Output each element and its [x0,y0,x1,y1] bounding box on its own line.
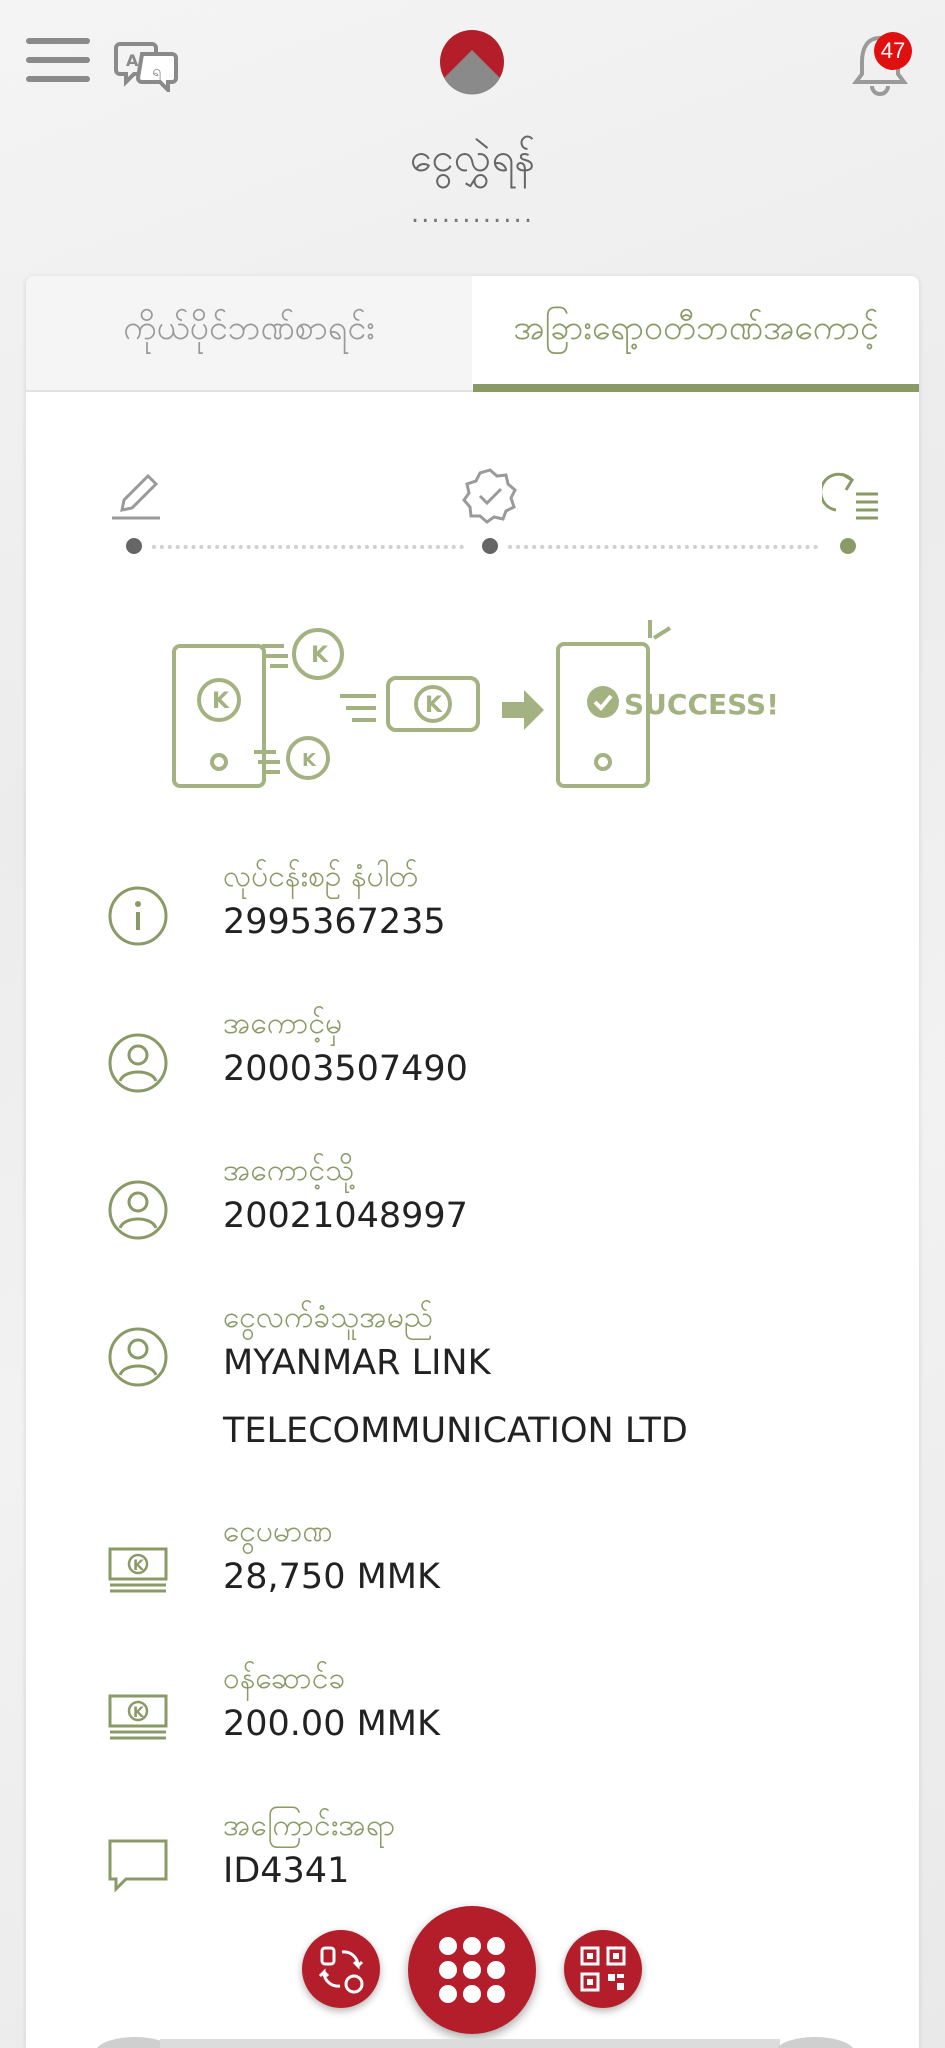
detail-row-service-fee: K ဝန်ဆောင်ခ 200.00 MMK [26,1658,919,1805]
top-bar: A ရ 47 [0,0,945,130]
transfer-swap-button[interactable] [302,1930,380,2008]
detail-value-line2: TELECOMMUNICATION LTD [223,1411,688,1451]
svg-text:A: A [126,51,139,70]
step-dot-current [840,538,856,554]
qr-code-button[interactable] [564,1930,642,2008]
user-icon [106,1325,170,1389]
tab-own-account[interactable]: ကိုယ်ပိုင်ဘဏ်စာရင်း [26,276,472,392]
detail-value: 20021048997 [223,1196,468,1236]
step-connector [508,545,818,549]
chat-icon [106,1833,170,1897]
transaction-details: လုပ်ငန်းစဉ် နံပါတ် 2995367235 အကောင့်မှ … [26,856,919,1952]
svg-text:K: K [133,1558,145,1574]
bottom-nav-peek [0,2034,945,2048]
notification-badge: 47 [874,32,912,70]
detail-value: ID4341 [223,1851,350,1891]
detail-row-from-account: အကောင့်မှ 20003507490 [26,1003,919,1150]
user-icon [106,1031,170,1095]
svg-text:K: K [425,693,443,718]
user-icon [106,1178,170,1242]
tab-bar: ကိုယ်ပိုင်ဘဏ်စာရင်း အခြားရော့ဝတီဘဏ်အကောင… [26,276,919,392]
step-dot [126,538,142,554]
svg-text:K: K [133,1705,145,1721]
cash-icon: K [106,1686,170,1750]
floating-action-bar [0,1900,945,2048]
hamburger-menu-icon[interactable] [26,38,90,86]
transfer-success-illustration: K K K K SUCCESS! [166,616,806,816]
svg-text:K: K [302,750,317,771]
detail-row-amount: K ငွေပမာဏ 28,750 MMK [26,1511,919,1658]
detail-row-transaction-id: လုပ်ငန်းစဉ် နံပါတ် 2995367235 [26,856,919,1003]
divider [26,390,473,392]
detail-value: 2995367235 [223,902,446,942]
bank-logo [438,28,506,96]
success-text: SUCCESS! [624,688,779,721]
step-connector [152,545,464,549]
transfer-card: ကိုယ်ပိုင်ဘဏ်စာရင်း အခြားရော့ဝတီဘဏ်အကောင… [26,276,919,2048]
cash-icon: K [106,1539,170,1603]
translate-icon[interactable]: A ရ [114,38,180,95]
svg-text:K: K [212,689,230,714]
main-menu-grid-button[interactable] [408,1906,536,2034]
detail-row-beneficiary-name: ငွေလက်ခံသူအမည် MYANMAR LINK TELECOMMUNIC… [26,1297,919,1511]
pencil-icon [108,466,168,526]
info-icon [106,884,170,948]
step-dot [482,538,498,554]
detail-row-to-account: အကောင့်သို့ 20021048997 [26,1150,919,1297]
page-subtitle: ............ [410,199,535,229]
detail-value: 20003507490 [223,1049,468,1089]
verified-badge-icon [460,466,520,526]
page-title: ငွေလွှဲရန် [409,135,536,181]
tab-other-account[interactable]: အခြားရော့ဝတီဘဏ်အကောင့် [473,276,919,392]
detail-value: MYANMAR LINK [223,1343,491,1383]
detail-value: 200.00 MMK [223,1704,440,1744]
svg-text:K: K [311,643,329,668]
detail-value: 28,750 MMK [223,1557,440,1597]
progress-stepper [82,466,882,586]
return-list-icon [819,466,882,526]
